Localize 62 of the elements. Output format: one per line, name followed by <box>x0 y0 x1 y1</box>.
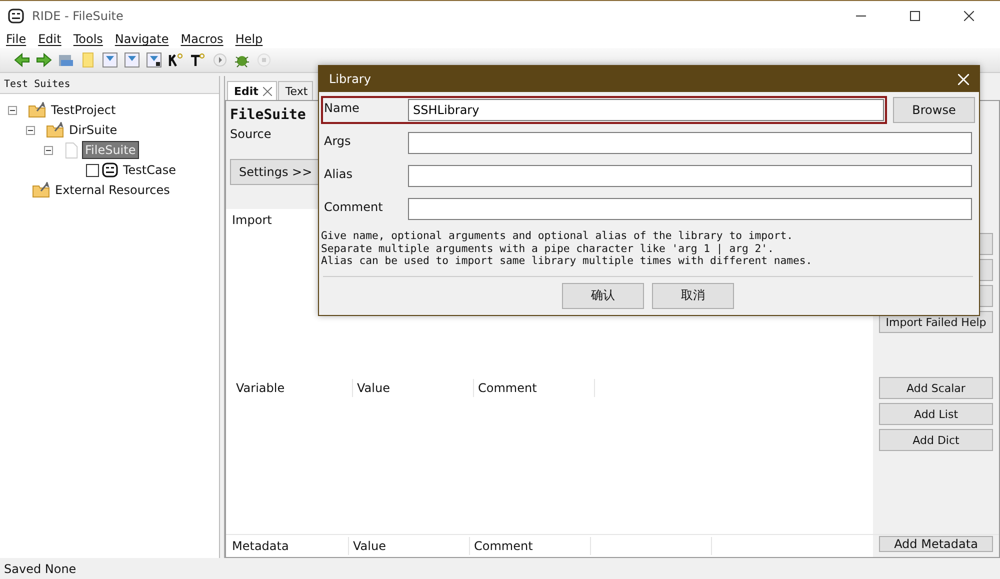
field-label: Comment <box>324 199 384 214</box>
save-icon[interactable] <box>146 52 162 68</box>
play-icon[interactable] <box>212 52 228 68</box>
forward-arrow-icon[interactable] <box>36 52 52 68</box>
tree-item[interactable]: TestCase <box>121 162 178 178</box>
tree-item[interactable]: FileSuite <box>82 141 139 159</box>
add-button[interactable]: Add List <box>879 403 993 425</box>
field-label: Alias <box>324 166 354 181</box>
open-icon[interactable] <box>58 52 74 68</box>
column-header: Value <box>353 379 474 397</box>
input-field[interactable]: SSHLibrary <box>408 99 884 121</box>
test-search-icon[interactable] <box>190 52 206 68</box>
menu-item[interactable]: Navigate <box>114 32 169 46</box>
browse-button[interactable]: Browse <box>893 97 975 123</box>
folder-wrench-icon <box>46 122 64 138</box>
field-label: Name <box>324 100 360 115</box>
back-arrow-icon[interactable] <box>14 52 30 68</box>
collapse-icon[interactable] <box>44 146 53 154</box>
tree-item[interactable]: DirSuite <box>67 122 120 138</box>
menu-item[interactable]: Help <box>235 32 263 46</box>
field-label: Source <box>230 127 272 141</box>
collapse-icon[interactable] <box>8 106 17 114</box>
add-metadata-button[interactable]: Add Metadata <box>879 536 993 552</box>
tab[interactable]: Edit <box>227 81 278 100</box>
status-text: Saved None <box>4 562 76 576</box>
input-field[interactable] <box>408 132 972 154</box>
dialog-button[interactable]: 确认 <box>562 282 644 308</box>
input-field[interactable] <box>408 165 972 187</box>
menu-item[interactable]: File <box>6 32 26 46</box>
close-icon[interactable] <box>263 86 272 96</box>
column-header: Variable <box>232 379 353 397</box>
dialog-button[interactable]: 取消 <box>652 282 734 308</box>
folder-wrench-icon <box>28 102 46 118</box>
file-icon <box>64 142 79 158</box>
menu-item[interactable]: Edit <box>38 32 62 46</box>
panel-title: Test Suites <box>0 76 219 94</box>
collapse-icon[interactable] <box>26 126 35 134</box>
help-text: Give name, optional arguments and optional alias of the library to import. Separate multiple arguments with a pipe character like 'arg 1 | arg 2'. Alias can be used to import same library multiple times with different names. <box>321 229 812 269</box>
dialog-title: Library <box>329 72 371 86</box>
robot-icon <box>102 162 118 178</box>
add-button[interactable]: Add Scalar <box>879 377 993 399</box>
input-field[interactable] <box>408 198 972 220</box>
suite-name: FileSuite <box>230 107 306 123</box>
maximize-icon[interactable] <box>910 10 920 20</box>
column-header: Metadata <box>228 537 349 555</box>
column-header: Value <box>349 537 470 555</box>
checkbox[interactable] <box>86 164 99 176</box>
menu-item[interactable]: Macros <box>180 32 224 46</box>
menu-item[interactable]: Tools <box>73 32 103 46</box>
field-label: Args <box>324 133 352 148</box>
add-button[interactable]: Add Dict <box>879 429 993 451</box>
keyword-search-icon[interactable] <box>168 52 184 68</box>
section-label: Import <box>232 213 272 227</box>
column-header: Comment <box>474 379 595 397</box>
window-title: RIDE - FileSuite <box>32 8 124 22</box>
close-icon[interactable] <box>964 10 974 20</box>
folder-wrench-icon <box>32 182 50 198</box>
column-header: Comment <box>470 537 591 555</box>
robot-icon <box>8 8 24 24</box>
tab[interactable]: Text <box>278 81 313 100</box>
tree-item[interactable]: TestProject <box>49 102 118 118</box>
tree-item[interactable]: External Resources <box>53 182 172 198</box>
